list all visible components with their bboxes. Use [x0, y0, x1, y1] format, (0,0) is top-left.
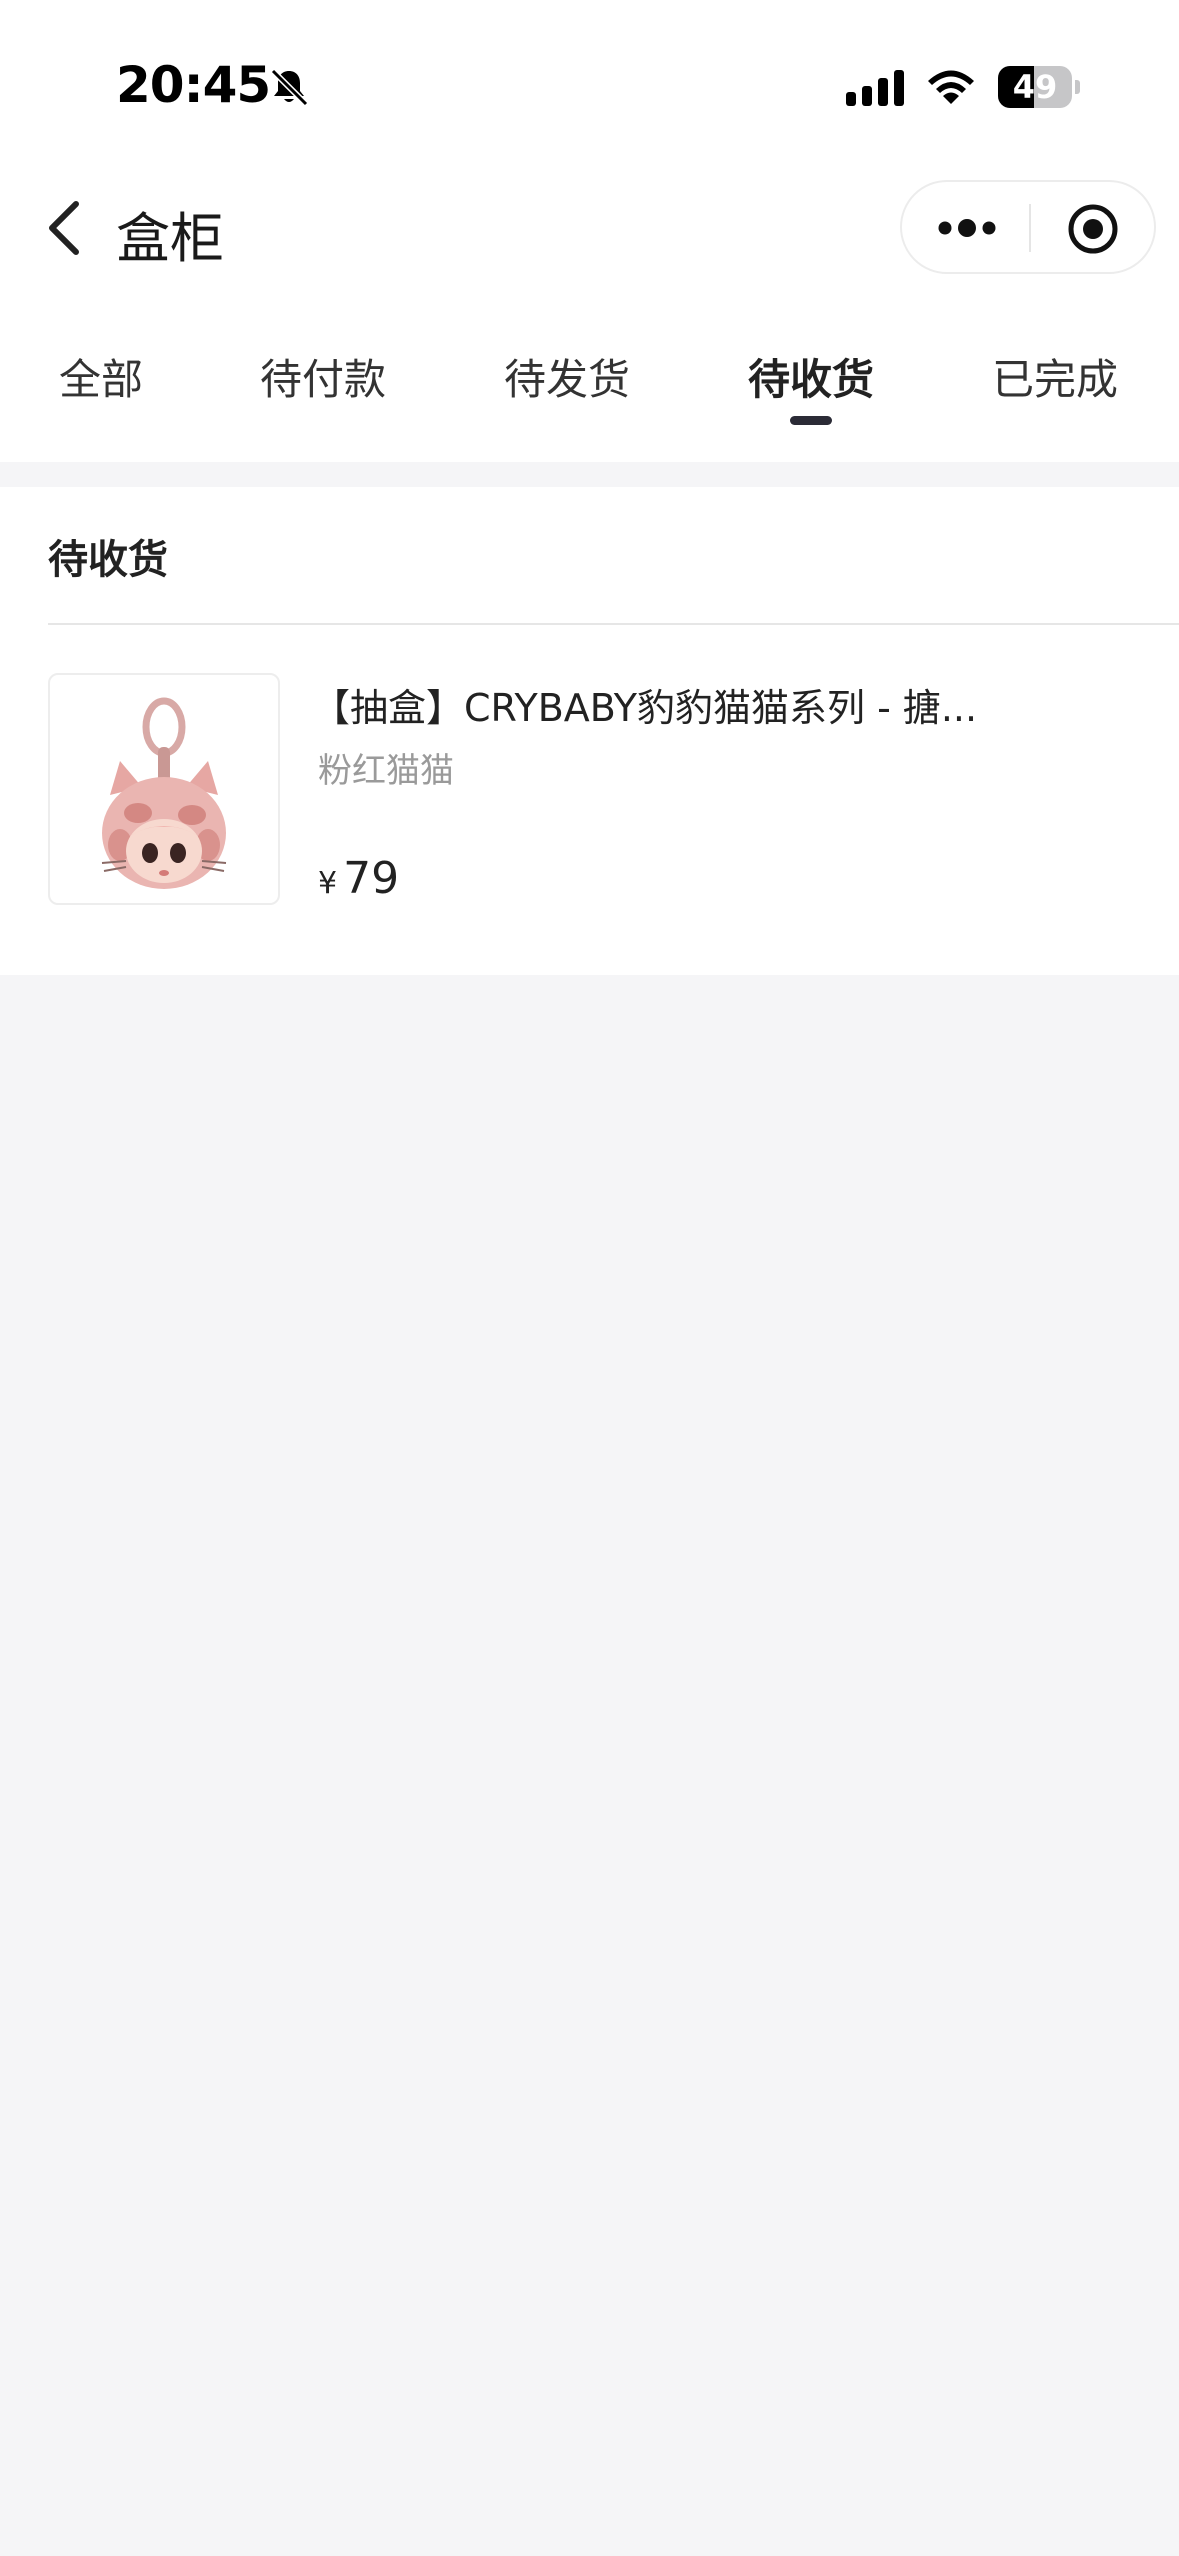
tab-pending-receipt[interactable]: 待收货	[742, 340, 880, 430]
header-area: 20:45 49 盒柜 全部 待付款 待发货 待收货 已完成	[0, 0, 1179, 462]
status-time: 20:45	[116, 56, 271, 114]
cellular-signal-icon	[846, 70, 904, 106]
battery-indicator: 49	[998, 66, 1080, 108]
tab-label: 全部	[58, 355, 143, 404]
product-thumbnail[interactable]	[48, 673, 280, 905]
order-status-tabs: 全部 待付款 待发货 待收货 已完成	[0, 340, 1179, 450]
target-close-icon[interactable]	[1064, 200, 1122, 258]
tab-pending-shipment[interactable]: 待发货	[498, 340, 636, 430]
wifi-icon	[928, 70, 974, 104]
tab-completed[interactable]: 已完成	[986, 340, 1124, 430]
tab-label: 待付款	[259, 355, 386, 404]
battery-label: 49	[1012, 68, 1058, 106]
product-title[interactable]: 【抽盒】CRYBABY豹豹猫猫系列 - 搪...	[312, 677, 1142, 732]
bell-slash-icon	[270, 68, 309, 107]
price-currency: ¥	[318, 866, 338, 901]
tab-label: 待收货	[747, 355, 874, 404]
battery-tip	[1075, 80, 1080, 94]
tab-all[interactable]: 全部	[36, 340, 166, 430]
order-card: 待收货 【抽盒】CRYBABY豹豹猫猫系列 - 搪... 粉红猫猫 ¥ 79	[0, 487, 1179, 975]
battery-body: 49	[998, 66, 1072, 108]
tab-label: 待发货	[503, 355, 630, 404]
price-value: 79	[343, 853, 400, 904]
active-tab-indicator	[790, 416, 832, 425]
page-title: 盒柜	[116, 207, 224, 270]
tab-label: 已完成	[991, 355, 1118, 404]
chevron-left-icon[interactable]	[40, 196, 90, 260]
more-dots-icon[interactable]	[932, 200, 1002, 256]
card-status-header: 待收货	[48, 537, 168, 583]
product-variant: 粉红猫猫	[318, 751, 454, 791]
mini-program-capsule	[900, 180, 1156, 274]
capsule-divider	[1029, 204, 1031, 252]
status-bar: 20:45 49	[0, 0, 1179, 150]
divider	[48, 623, 1179, 625]
product-price: ¥79	[318, 853, 399, 904]
tab-pending-payment[interactable]: 待付款	[254, 340, 392, 430]
product-image	[101, 697, 227, 889]
